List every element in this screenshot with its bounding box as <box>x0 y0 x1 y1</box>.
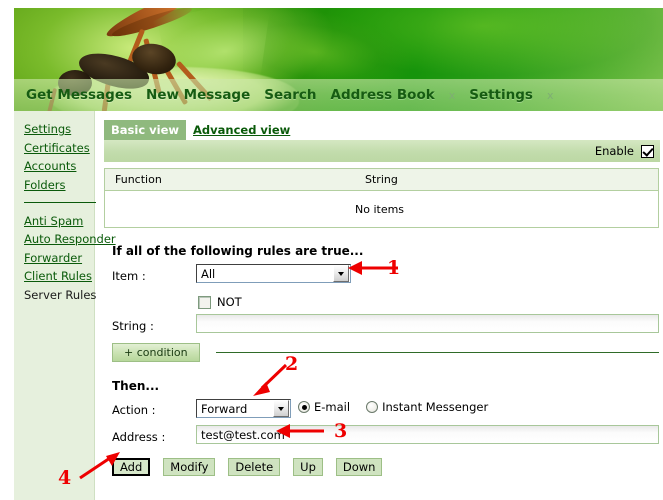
sidebar-divider <box>24 201 96 203</box>
empty-state-text: No items <box>355 202 405 216</box>
address-input[interactable] <box>196 425 659 444</box>
page-body: Settings Certificates Accounts Folders A… <box>0 111 663 500</box>
tab-advanced-view[interactable]: Advanced view <box>186 120 297 140</box>
rules-table-header: Function String <box>105 169 658 191</box>
action-button-row: Add Modify Delete Up Down <box>112 458 395 476</box>
column-header-string: String <box>365 173 398 186</box>
item-dropdown[interactable]: All <box>196 264 351 283</box>
enable-checkbox[interactable] <box>641 144 654 158</box>
column-header-function: Function <box>115 173 162 186</box>
sidebar-item-certificates[interactable]: Certificates <box>24 141 94 155</box>
item-label: Item : <box>112 269 146 283</box>
chevron-down-icon[interactable] <box>333 265 349 282</box>
section-divider <box>216 352 659 353</box>
nav-item-new-message[interactable]: New Message <box>146 87 250 103</box>
nav-item-search[interactable]: Search <box>264 87 316 103</box>
radio-instant-messenger-indicator[interactable] <box>366 401 379 413</box>
radio-email[interactable]: E-mail <box>294 400 350 414</box>
nav-item-get-messages[interactable]: Get Messages <box>26 87 132 103</box>
enable-bar: Enable <box>104 140 660 162</box>
nav-separator-1: x <box>448 88 456 102</box>
rules-table: Function String No items <box>104 168 659 228</box>
chevron-down-icon-action[interactable] <box>273 400 289 417</box>
sidebar-item-client-rules[interactable]: Client Rules <box>24 269 94 283</box>
enable-label: Enable <box>594 144 634 158</box>
sidebar-item-settings[interactable]: Settings <box>24 122 94 136</box>
add-condition-button[interactable]: + condition <box>112 343 200 362</box>
add-button[interactable]: Add <box>112 458 151 476</box>
action-title: Then... <box>112 379 160 393</box>
delete-button[interactable]: Delete <box>228 458 281 476</box>
nav-item-settings[interactable]: Settings <box>469 87 533 103</box>
nav-separator-2: x <box>546 88 554 102</box>
action-label: Action : <box>112 403 156 417</box>
delivery-method-radios: E-mail Instant Messenger <box>294 400 500 414</box>
item-dropdown-value: All <box>201 266 216 281</box>
not-checkbox-row: NOT <box>198 295 242 309</box>
radio-instant-messenger-label: Instant Messenger <box>382 400 489 414</box>
address-label: Address : <box>112 430 166 444</box>
sidebar-item-anti-spam[interactable]: Anti Spam <box>24 214 94 228</box>
not-label: NOT <box>217 295 242 309</box>
up-button[interactable]: Up <box>293 458 323 476</box>
nav-item-address-book[interactable]: Address Book <box>331 87 435 103</box>
string-input[interactable] <box>196 314 659 333</box>
sidebar-item-auto-responder[interactable]: Auto Responder <box>24 232 116 246</box>
down-button[interactable]: Down <box>335 458 383 476</box>
sidebar: Settings Certificates Accounts Folders A… <box>14 111 116 500</box>
action-dropdown-value: Forward <box>201 401 248 416</box>
radio-instant-messenger[interactable]: Instant Messenger <box>362 400 488 414</box>
sidebar-item-accounts[interactable]: Accounts <box>24 159 94 173</box>
sidebar-item-server-rules[interactable]: Server Rules <box>24 288 96 302</box>
not-checkbox[interactable] <box>198 295 211 309</box>
conditions-title: If all of the following rules are true..… <box>112 244 364 258</box>
tab-basic-view[interactable]: Basic view <box>104 120 186 140</box>
view-tabs: Basic view Advanced view <box>104 119 660 140</box>
string-label: String : <box>112 319 154 333</box>
main-navigation: Get Messages New Message Search Address … <box>14 79 663 111</box>
action-dropdown[interactable]: Forward <box>196 399 291 418</box>
sidebar-item-forwarder[interactable]: Forwarder <box>24 251 94 265</box>
radio-email-label: E-mail <box>314 400 351 414</box>
content-area: Basic view Advanced view Enable Function… <box>104 111 663 500</box>
sidebar-item-folders[interactable]: Folders <box>24 178 94 192</box>
radio-email-indicator[interactable] <box>298 401 310 413</box>
modify-button[interactable]: Modify <box>163 458 216 476</box>
rules-table-body: No items <box>105 191 658 227</box>
